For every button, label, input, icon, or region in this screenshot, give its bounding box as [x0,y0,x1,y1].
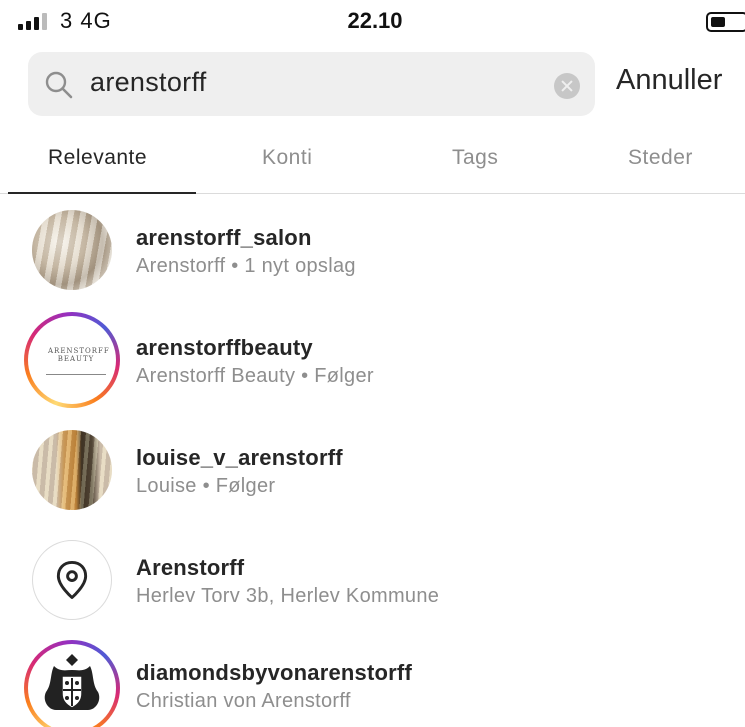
result-title: Arenstorff [136,555,245,580]
tab-relevante[interactable]: Relevante [48,146,147,170]
beauty-logo-text: ARENSTORFF BEAUTY [48,347,110,363]
carrier-label: 3 4G [60,8,112,33]
avatar [32,430,112,510]
coat-of-arms-icon [44,654,100,710]
clear-search-icon[interactable] [554,73,580,99]
tab-konti[interactable]: Konti [262,146,312,170]
result-subtitle: Arenstorff • 1 nyt opslag [136,255,356,277]
location-pin-icon [56,560,88,600]
avatar [32,648,112,727]
battery-icon [706,12,745,32]
result-title: arenstorff_salon [136,225,312,250]
active-tab-indicator [8,192,196,194]
result-item-louise-v-arenstorff[interactable]: louise_v_arenstorff Louise • Følger [0,420,745,520]
result-subtitle: Louise • Følger [136,475,276,497]
result-title: arenstorffbeauty [136,335,313,360]
status-time: 22.10 [347,8,403,33]
cancel-button[interactable]: Annuller [616,64,722,97]
avatar: ARENSTORFF BEAUTY [32,320,112,400]
result-subtitle: Christian von Arenstorff [136,690,351,712]
signal-strength-icon [18,12,47,30]
result-title: louise_v_arenstorff [136,445,343,470]
search-icon [45,71,73,99]
story-ring [24,640,120,727]
search-input[interactable]: arenstorff [90,67,207,98]
avatar [32,540,112,620]
tab-steder[interactable]: Steder [628,146,693,170]
result-title: diamondsbyvonarenstorff [136,660,412,685]
tab-tags[interactable]: Tags [452,146,498,170]
result-item-arenstorffbeauty[interactable]: ARENSTORFF BEAUTY arenstorffbeauty Arens… [0,310,745,410]
result-subtitle: Herlev Torv 3b, Herlev Kommune [136,585,440,607]
result-item-arenstorff-salon[interactable]: arenstorff_salon Arenstorff • 1 nyt opsl… [0,200,745,300]
search-tabs: Relevante Konti Tags Steder [0,132,745,194]
avatar [32,210,112,290]
result-subtitle: Arenstorff Beauty • Følger [136,365,374,387]
status-bar: 3 4G 22.10 [0,0,745,44]
result-item-diamondsbyvonarenstorff[interactable]: diamondsbyvonarenstorff Christian von Ar… [0,630,745,727]
result-item-location-arenstorff[interactable]: Arenstorff Herlev Torv 3b, Herlev Kommun… [0,530,745,630]
story-ring: ARENSTORFF BEAUTY [24,312,120,408]
